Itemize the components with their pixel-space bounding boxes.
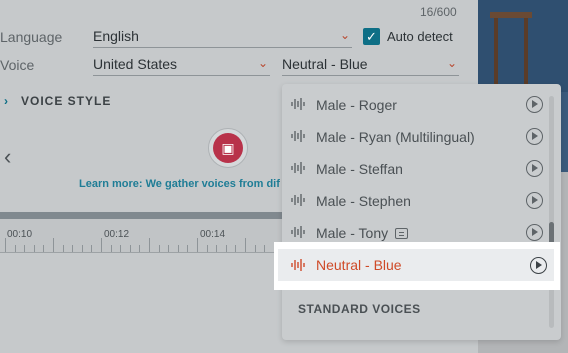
tick-mark (91, 245, 93, 252)
region-select[interactable]: United States ⌄ (93, 54, 270, 76)
language-label: Language (0, 29, 63, 45)
tick-label: 00:12 (104, 229, 130, 240)
tick-mark (101, 238, 102, 252)
auto-detect-checkbox[interactable]: ✓ (363, 28, 380, 45)
robot-voice-button[interactable]: ▣ (208, 128, 248, 168)
chevron-down-icon: ⌄ (257, 56, 268, 70)
waveform-icon (291, 259, 305, 271)
tick-mark (254, 245, 256, 252)
language-value: English (93, 28, 139, 44)
voice-option[interactable]: Male - Steffan (282, 152, 550, 184)
play-icon[interactable] (526, 160, 543, 177)
tick-label: 00:10 (7, 229, 33, 240)
dropdown-scrollbar[interactable] (549, 96, 554, 328)
tick-mark (245, 238, 246, 252)
play-icon[interactable] (526, 192, 543, 209)
chevron-right-icon: › (4, 94, 9, 108)
voice-value: Neutral - Blue (282, 56, 368, 72)
character-counter: 16/600 (420, 5, 457, 19)
region-value: United States (93, 56, 178, 72)
tick-mark (53, 238, 54, 252)
voice-option-label: Male - Stephen (316, 193, 411, 209)
tick-mark (129, 245, 131, 252)
chevron-down-icon: ⌄ (446, 56, 457, 70)
tick-mark (225, 245, 227, 252)
play-icon[interactable] (526, 96, 543, 113)
tick-mark (81, 245, 83, 252)
tick-mark (120, 245, 122, 252)
tick-mark (62, 245, 64, 252)
language-select[interactable]: English ⌄ (93, 26, 352, 48)
play-icon[interactable] (530, 257, 547, 274)
tick-mark (43, 245, 45, 252)
voice-option-label: Male - Steffan (316, 161, 403, 177)
waveform-icon (291, 226, 305, 238)
multilingual-badge-icon (395, 228, 409, 239)
tick-mark (187, 245, 189, 252)
learn-more-link[interactable]: Learn more: We gather voices from dif (79, 178, 280, 190)
voice-option-label: Male - Ryan (Multilingual) (316, 129, 475, 145)
selected-voice-highlight: Neutral - Blue (274, 242, 560, 290)
voice-option-label: Male - Roger (316, 97, 397, 113)
tick-mark (5, 238, 6, 252)
tick-mark (158, 245, 160, 252)
voice-option[interactable]: Male - Stephen (282, 184, 550, 216)
tick-mark (168, 245, 170, 252)
waveform-icon (291, 130, 305, 142)
voice-select[interactable]: Neutral - Blue ⌄ (282, 54, 459, 76)
tick-mark (206, 245, 208, 252)
tick-mark (235, 245, 237, 252)
voice-label: Voice (0, 57, 35, 73)
waveform-icon (291, 98, 305, 110)
tick-mark (139, 245, 141, 252)
tick-mark (177, 245, 179, 252)
tick-mark (14, 245, 16, 252)
waveform-icon (291, 194, 305, 206)
voice-option-label: Male - Tony (316, 225, 409, 241)
tick-mark (197, 238, 198, 252)
auto-detect-label: Auto detect (387, 29, 453, 44)
tick-label: 00:14 (200, 229, 226, 240)
tick-mark (24, 245, 26, 252)
previous-arrow-icon[interactable]: ‹ (4, 144, 11, 170)
tick-mark (264, 245, 266, 252)
play-icon[interactable] (526, 128, 543, 145)
voice-style-toggle[interactable]: › VOICE STYLE (4, 94, 111, 108)
standard-voices-heading: STANDARD VOICES (298, 302, 421, 316)
voice-option-selected[interactable]: Neutral - Blue (278, 249, 554, 281)
chevron-down-icon: ⌄ (339, 28, 350, 42)
tick-mark (110, 245, 112, 252)
tick-mark (149, 238, 150, 252)
voice-option-label: Neutral - Blue (316, 257, 402, 273)
tick-mark (72, 245, 74, 252)
play-icon[interactable] (526, 224, 543, 241)
robot-icon: ▣ (213, 133, 243, 163)
voice-option[interactable]: Male - Ryan (Multilingual) (282, 120, 550, 152)
voice-dropdown-menu: Male - Roger Male - Ryan (Multilingual) … (282, 84, 561, 340)
tick-mark (216, 245, 218, 252)
voice-style-label: VOICE STYLE (21, 94, 112, 108)
tick-mark (33, 245, 35, 252)
voice-option[interactable]: Male - Roger (282, 88, 550, 120)
waveform-icon (291, 162, 305, 174)
